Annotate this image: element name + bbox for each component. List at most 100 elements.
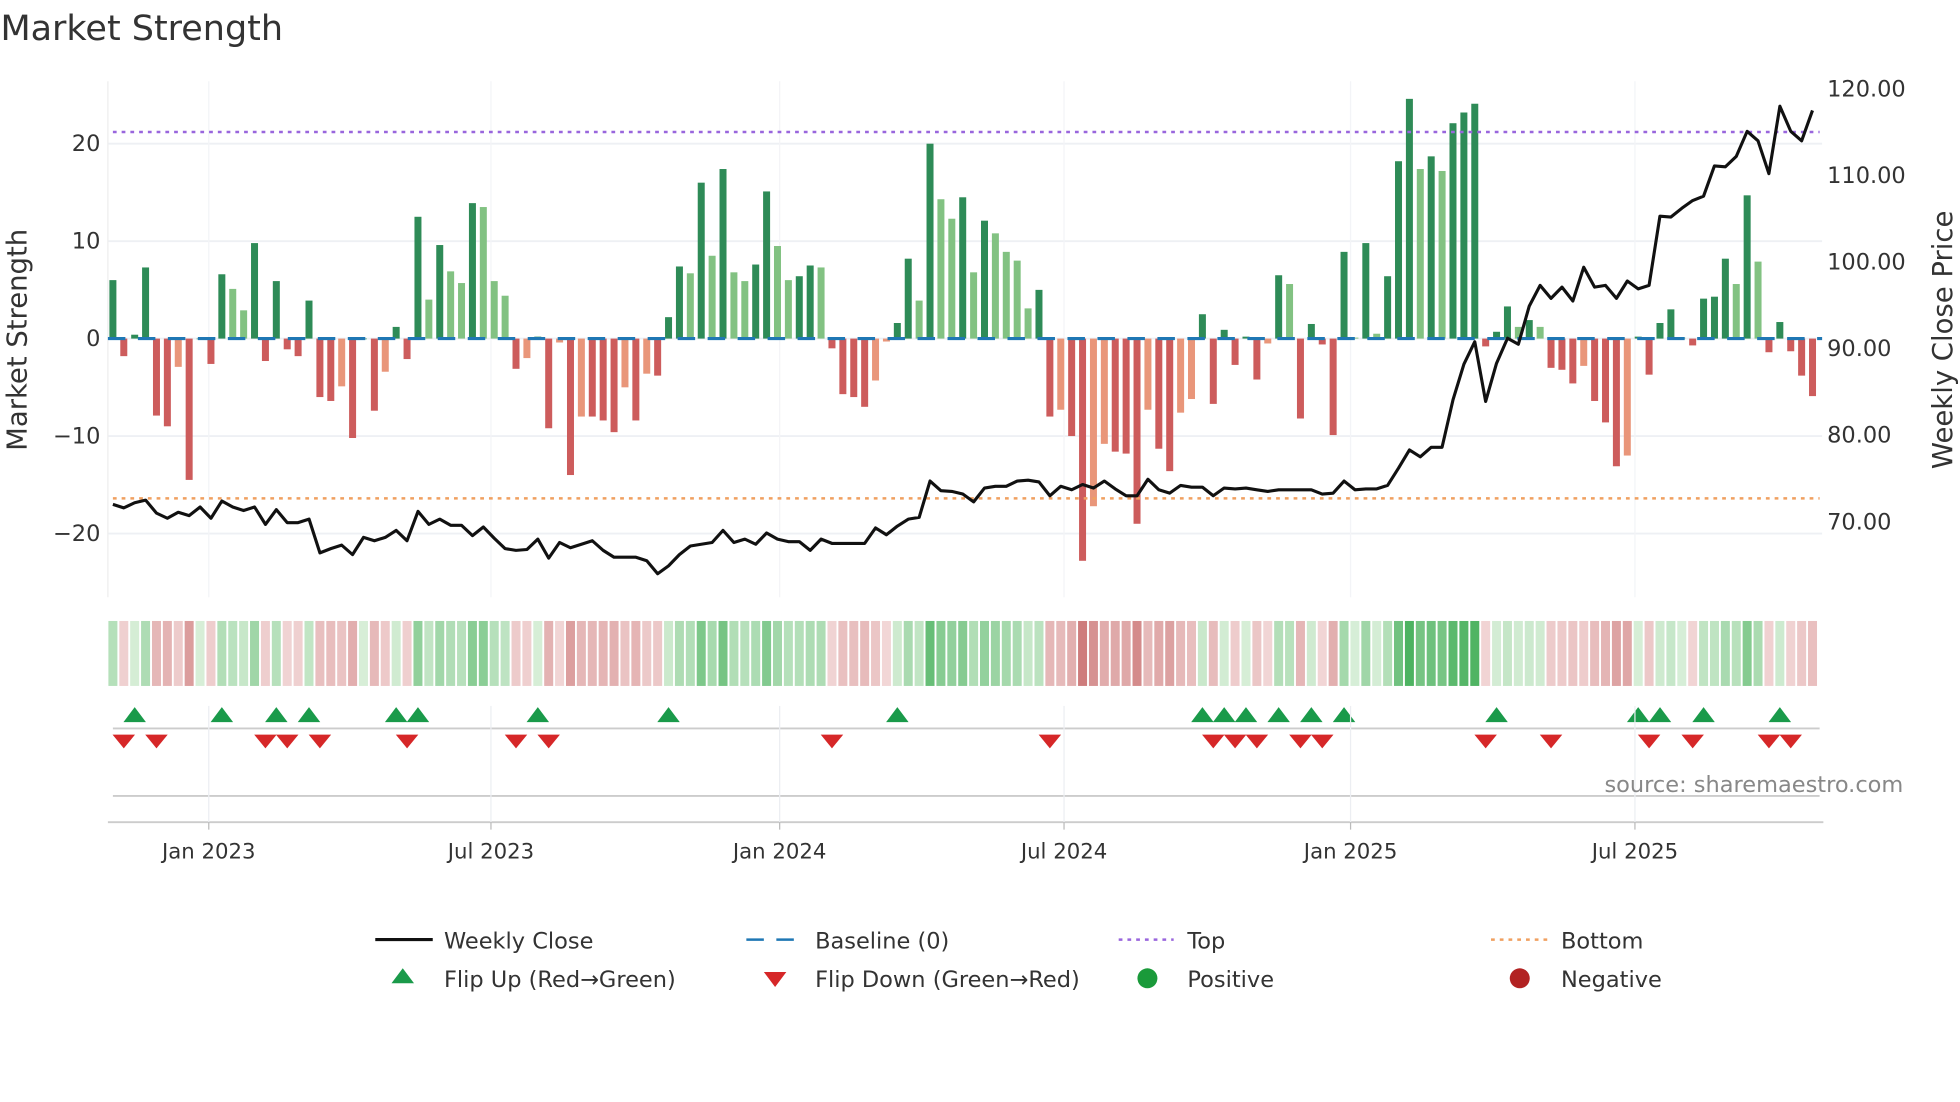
x-tick-label: Jul 2024: [1019, 839, 1107, 864]
heat-cell: [1252, 620, 1262, 686]
strength-bar: [1645, 338, 1653, 375]
strength-bar: [414, 216, 422, 339]
heat-cell: [457, 620, 467, 686]
heat-cell: [467, 620, 477, 686]
heat-cell: [195, 620, 205, 686]
heat-cell: [1753, 620, 1763, 686]
heat-cell: [805, 620, 815, 686]
flip-up-marker: [210, 707, 234, 723]
heat-cell: [1383, 620, 1393, 686]
flip-down-marker: [308, 734, 332, 749]
strength-bar: [523, 338, 531, 359]
heat-cell: [1579, 620, 1589, 686]
strength-bar: [980, 220, 988, 339]
strength-bar: [381, 338, 389, 372]
legend-flip-down-label: Flip Down (Green→Red): [815, 967, 1080, 993]
heat-cell: [206, 620, 216, 686]
heat-cell: [1415, 620, 1425, 686]
heat-cell: [1699, 620, 1709, 686]
strength-bar: [588, 338, 596, 417]
strength-bar: [752, 264, 760, 339]
heat-cell: [838, 620, 848, 686]
strength-bar: [566, 338, 574, 476]
strength-bar: [1754, 261, 1762, 339]
strength-bar: [1503, 306, 1511, 339]
heat-cell: [1187, 620, 1197, 686]
flip-up-marker: [1768, 707, 1792, 723]
heat-cell: [1285, 620, 1295, 686]
left-tick-label: 20: [72, 131, 101, 157]
x-tick-label: Jul 2025: [1590, 839, 1678, 864]
strength-bar: [937, 199, 945, 339]
heat-cell: [598, 620, 608, 686]
heat-cell: [1437, 620, 1447, 686]
strength-bar: [773, 246, 781, 339]
strength-bar: [1809, 338, 1817, 397]
flip-up-marker: [384, 707, 408, 723]
heat-cell: [1328, 620, 1338, 686]
heat-cell: [1677, 620, 1687, 686]
strength-bar: [948, 218, 956, 339]
strength-bar: [458, 283, 466, 339]
heat-cell: [718, 620, 728, 686]
x-tick-label: Jan 2025: [1302, 839, 1398, 864]
strength-bar: [425, 299, 433, 339]
heat-cell: [1590, 620, 1600, 686]
strength-bar: [1068, 338, 1076, 437]
left-tick-label: 0: [86, 326, 100, 352]
heat-cell: [1394, 620, 1404, 686]
heat-cell: [1143, 620, 1153, 686]
strength-bar: [654, 338, 662, 376]
heat-cell: [380, 620, 390, 686]
flip-up-marker: [1300, 707, 1323, 723]
flip-down-marker: [254, 734, 277, 749]
source-label: source: sharemaestro.com: [1604, 772, 1903, 798]
strength-bar: [1580, 338, 1588, 366]
strength-bar: [1721, 258, 1729, 339]
heat-cell: [173, 620, 183, 686]
heat-cell: [239, 620, 249, 686]
legend-weekly-close-label: Weekly Close: [444, 928, 593, 954]
flip-down-marker: [1637, 734, 1661, 749]
strength-bar: [272, 281, 280, 339]
strength-bars: [109, 98, 1817, 561]
strength-bar: [1689, 338, 1697, 346]
heat-cell: [914, 620, 924, 686]
strength-bar: [1787, 338, 1795, 352]
heat-cell: [511, 620, 521, 686]
right-axis-ticks: 120.00 110.00 100.00 90.00 80.00 70.00: [1827, 76, 1906, 535]
heat-cell: [1568, 620, 1578, 686]
heat-cell: [1655, 620, 1665, 686]
strength-bar: [294, 338, 302, 357]
heat-cell: [1067, 620, 1077, 686]
strength-bar: [1612, 338, 1620, 467]
heat-cell: [1601, 620, 1611, 686]
heat-cell: [783, 620, 793, 686]
heat-cell: [1644, 620, 1654, 686]
heat-cell: [1263, 620, 1273, 686]
strength-bar: [1427, 156, 1435, 339]
strength-bar: [708, 255, 716, 339]
flip-down-marker: [1202, 734, 1225, 749]
strength-bar: [185, 338, 193, 480]
flip-up-marker: [297, 707, 321, 723]
strength-bar: [174, 338, 182, 367]
flip-up-marker: [1212, 707, 1236, 723]
heat-cell: [892, 620, 902, 686]
strength-bar: [675, 266, 683, 339]
strength-bar: [1253, 338, 1261, 380]
heat-cell: [1045, 620, 1055, 686]
heat-cell: [1165, 620, 1175, 686]
flip-up-marker: [1332, 707, 1356, 723]
heat-cell: [478, 620, 488, 686]
strength-bar: [1296, 338, 1304, 419]
heat-cell: [108, 620, 118, 686]
chart-title: Market Strength: [0, 9, 283, 49]
right-axis-title: Weekly Close Price: [1927, 211, 1959, 469]
strength-bar: [1079, 338, 1087, 561]
heat-cell: [1786, 620, 1796, 686]
heat-cell: [358, 620, 368, 686]
strength-bar: [1122, 338, 1130, 454]
strength-bar: [218, 274, 226, 339]
heat-cell: [1611, 620, 1621, 686]
